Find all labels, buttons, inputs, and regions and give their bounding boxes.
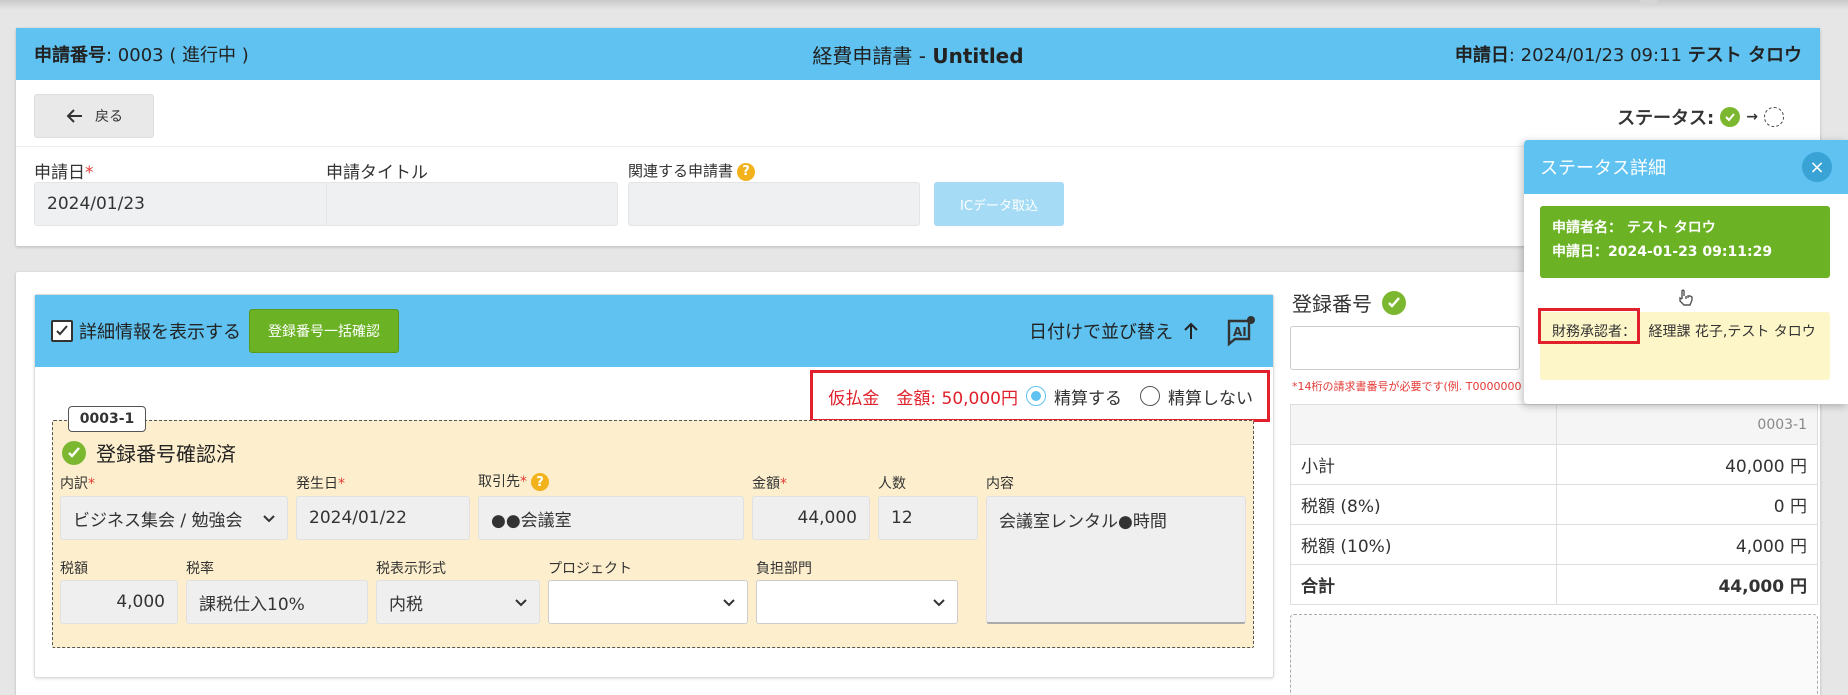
bulk-registration-check-button[interactable]: 登録番号一括確認 bbox=[249, 309, 399, 353]
chevron-down-icon bbox=[933, 592, 945, 612]
people-label: 人数 bbox=[878, 476, 906, 492]
pending-step-icon[interactable] bbox=[1764, 107, 1784, 127]
entry-id-tag: 0003-1 bbox=[68, 406, 146, 432]
application-date: 申請日: 2024/01/23 09:11 テスト タロウ bbox=[1454, 45, 1802, 66]
tax-rate-label: 税率 bbox=[186, 561, 214, 577]
occurrence-date-label: 発生日* bbox=[296, 476, 345, 492]
close-icon[interactable]: × bbox=[1802, 152, 1832, 182]
sort-by-date-button[interactable]: 日付けで並び替え bbox=[1029, 318, 1199, 344]
application-date-input[interactable]: 2024/01/23 bbox=[34, 182, 330, 226]
help-icon: ? bbox=[531, 473, 549, 491]
confirmed-check-icon bbox=[62, 440, 86, 465]
chevron-down-icon bbox=[263, 508, 275, 528]
registration-number-title: 登録番号 bbox=[1292, 288, 1406, 317]
related-label: 関連する申請書? bbox=[628, 160, 756, 181]
title-label: 申請タイトル bbox=[326, 163, 428, 183]
show-details-label: 詳細情報を表示する bbox=[79, 322, 241, 343]
tax-label: 税額 bbox=[60, 561, 88, 577]
tax-rate-input[interactable]: 課税仕入10% bbox=[186, 580, 368, 624]
date-label: 申請日* bbox=[34, 163, 94, 183]
status-arrow: → bbox=[1746, 109, 1758, 125]
advance-payment-row: 仮払金 金額: 50,000円 精算する 精算しない bbox=[810, 370, 1270, 422]
title-input[interactable] bbox=[326, 182, 618, 226]
attachment-dropzone[interactable] bbox=[1290, 614, 1818, 695]
amount-label: 金額* bbox=[752, 476, 787, 492]
back-button[interactable]: 戻る bbox=[34, 94, 154, 138]
project-select[interactable] bbox=[548, 580, 748, 624]
applicant-step: 申請者名： テスト タロウ 申請日：2024-01-23 09:11:29 bbox=[1540, 206, 1830, 278]
ai-icon[interactable]: AI bbox=[1225, 315, 1257, 347]
people-input[interactable]: 12 bbox=[878, 496, 978, 540]
content-label: 内容 bbox=[986, 476, 1014, 492]
status-detail-popup: ステータス詳細 × 申請者名： テスト タロウ 申請日：2024-01-23 0… bbox=[1524, 140, 1848, 404]
approver-highlight bbox=[1538, 308, 1640, 344]
registration-confirmed: 登録番号確認済 bbox=[62, 438, 236, 467]
table-row: 税額 (10%) 4,000 円 bbox=[1290, 524, 1819, 565]
settle-radio[interactable] bbox=[1026, 386, 1046, 406]
help-icon: ? bbox=[737, 162, 756, 181]
chevron-down-icon bbox=[515, 592, 527, 612]
table-row: 小計 40,000 円 bbox=[1290, 444, 1819, 485]
content-textarea[interactable]: 会議室レンタル●時間 bbox=[986, 496, 1246, 624]
amount-input[interactable]: 44,000 bbox=[752, 496, 870, 540]
summary-table: 0003-1 小計 40,000 円 税額 (8%) 0 円 税額 (10%) 4,0… bbox=[1290, 404, 1819, 605]
ic-import-button[interactable]: ICデータ取込 bbox=[934, 182, 1064, 226]
advance-amount: 仮払金 金額: 50,000円 bbox=[828, 388, 1018, 409]
approved-check-icon bbox=[1720, 107, 1741, 127]
popup-header: ステータス詳細 × bbox=[1524, 140, 1848, 194]
top-right-notch bbox=[1640, 0, 1658, 4]
header-bar: 申請番号: 0003 ( 進行中 ) 経費申請書 - Untitled 申請日:… bbox=[16, 28, 1820, 80]
check-icon bbox=[56, 325, 68, 336]
arrow-left-icon bbox=[66, 109, 82, 123]
settle-radio-label: 精算する bbox=[1054, 388, 1122, 409]
svg-text:AI: AI bbox=[1233, 325, 1247, 339]
verified-check-icon bbox=[1382, 290, 1406, 315]
top-shadow bbox=[0, 0, 1848, 10]
arrow-up-icon bbox=[1184, 322, 1198, 339]
breakdown-select[interactable]: ビジネス集会 / 勉強会 bbox=[60, 496, 288, 540]
related-application-input[interactable] bbox=[628, 182, 920, 226]
department-select[interactable] bbox=[756, 580, 958, 624]
tax-format-label: 税表示形式 bbox=[376, 561, 446, 577]
popup-title: ステータス詳細 bbox=[1540, 158, 1666, 179]
occurrence-date-input[interactable]: 2024/01/22 bbox=[296, 496, 470, 540]
hand-pointer-icon bbox=[1679, 289, 1693, 306]
vendor-input[interactable]: ●●会議室 bbox=[478, 496, 744, 540]
table-row: 0003-1 bbox=[1290, 404, 1819, 445]
table-row: 合計 44,000 円 bbox=[1290, 564, 1819, 605]
applicant-name: テスト タロウ bbox=[1687, 45, 1802, 66]
registration-number-input[interactable] bbox=[1290, 326, 1520, 370]
vendor-label: 取引先*? bbox=[478, 471, 549, 491]
breakdown-label: 内訳* bbox=[60, 476, 95, 492]
chevron-down-icon bbox=[723, 592, 735, 612]
status-indicator: ステータス: → bbox=[1617, 104, 1784, 130]
department-label: 負担部門 bbox=[756, 561, 812, 577]
registration-hint: *14桁の請求書番号が必要です(例. T0000000000000) bbox=[1292, 380, 1522, 393]
no-settle-radio-label: 精算しない bbox=[1168, 388, 1253, 409]
application-number: 申請番号: 0003 ( 進行中 ) bbox=[34, 45, 249, 66]
no-settle-radio[interactable] bbox=[1140, 386, 1160, 406]
list-toolbar: 詳細情報を表示する 登録番号一括確認 日付けで並び替え AI bbox=[35, 295, 1273, 367]
table-row: 税額 (8%) 0 円 bbox=[1290, 484, 1819, 525]
show-details-checkbox[interactable] bbox=[51, 320, 73, 342]
project-label: プロジェクト bbox=[548, 561, 632, 577]
tax-input[interactable]: 4,000 bbox=[60, 580, 178, 624]
tax-format-select[interactable]: 内税 bbox=[376, 580, 540, 624]
